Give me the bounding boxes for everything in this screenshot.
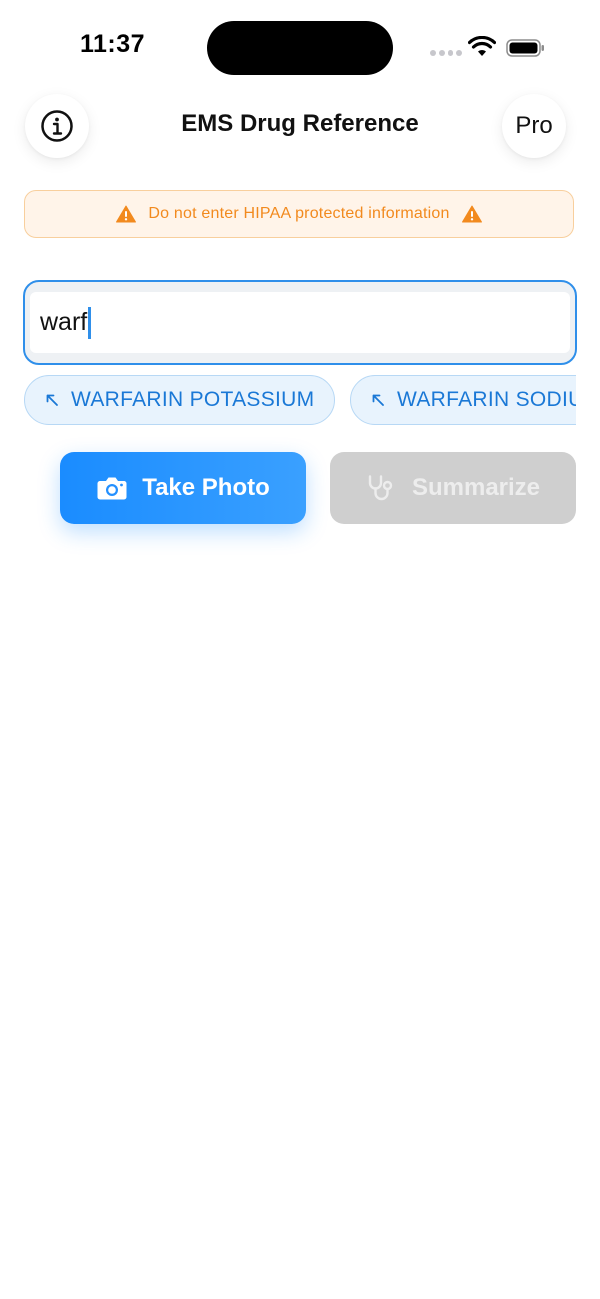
cellular-signal-icon xyxy=(430,50,462,58)
stethoscope-icon xyxy=(368,475,393,501)
suggestion-chip-label: WARFARIN POTASSIUM xyxy=(71,388,315,411)
wifi-icon xyxy=(468,36,496,56)
camera-icon xyxy=(97,477,127,500)
app-screen: 11:37 EMS Drug Reference Pro Do not ente… xyxy=(0,0,600,1299)
arrow-up-left-icon xyxy=(46,394,58,406)
take-photo-button[interactable]: Take Photo xyxy=(60,452,306,524)
warning-icon xyxy=(461,205,482,223)
search-input-value: warf xyxy=(40,308,88,336)
take-photo-label: Take Photo xyxy=(142,474,270,501)
info-icon xyxy=(41,110,73,142)
warning-icon xyxy=(116,205,137,223)
arrow-up-left-icon xyxy=(372,394,384,406)
drug-search-input[interactable]: warf xyxy=(30,292,570,353)
summarize-button[interactable]: Summarize xyxy=(330,452,576,524)
status-time: 11:37 xyxy=(80,30,146,58)
summarize-label: Summarize xyxy=(411,474,541,501)
suggestion-chip-label: WARFARIN SODIUM xyxy=(397,388,576,411)
text-cursor xyxy=(88,306,91,339)
info-button[interactable] xyxy=(25,94,89,158)
drug-search-field[interactable]: warf xyxy=(23,280,577,365)
pro-button[interactable]: Pro xyxy=(502,94,566,158)
hipaa-warning-text: Do not enter HIPAA protected information xyxy=(148,205,450,222)
suggestion-chip[interactable]: WARFARIN POTASSIUM xyxy=(24,375,336,425)
suggestion-chip[interactable]: WARFARIN SODIUM xyxy=(350,375,576,425)
dynamic-island xyxy=(207,21,393,75)
battery-icon xyxy=(506,39,544,57)
status-bar: 11:37 xyxy=(0,0,600,96)
hipaa-warning-banner: Do not enter HIPAA protected information xyxy=(24,190,574,238)
page-title: EMS Drug Reference xyxy=(181,110,419,137)
suggestion-chips[interactable]: WARFARIN POTASSIUM WARFARIN SODIUM xyxy=(24,375,576,427)
